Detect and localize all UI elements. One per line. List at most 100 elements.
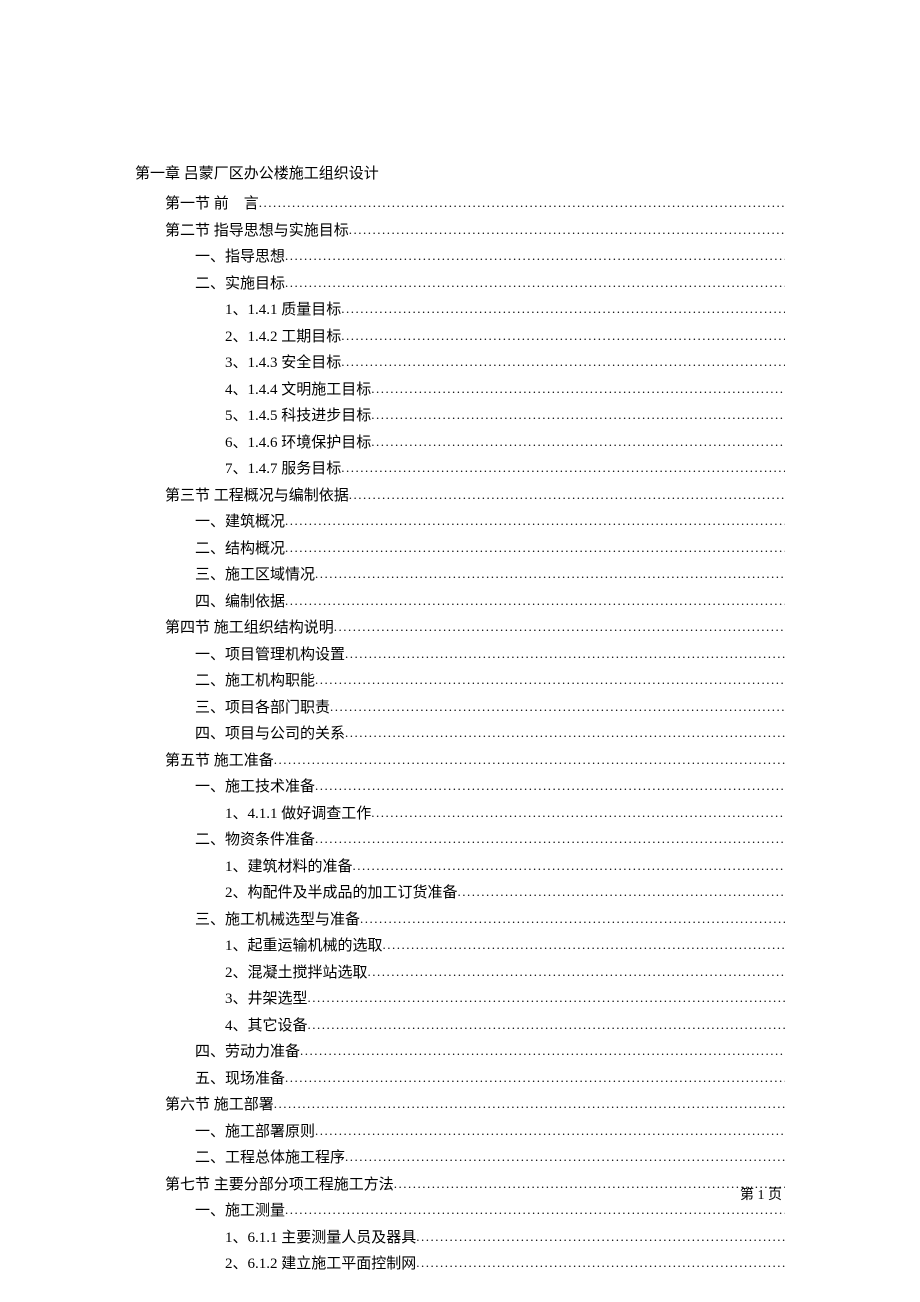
toc-label: 施工部署原则 bbox=[225, 1120, 315, 1144]
toc-label: 劳动力准备 bbox=[225, 1040, 300, 1064]
toc-prefix: 第五节 bbox=[165, 749, 214, 773]
toc-label: 施工机械选型与准备 bbox=[225, 908, 360, 932]
toc-prefix: 四、 bbox=[195, 590, 225, 614]
toc-leader bbox=[259, 193, 785, 214]
toc-entry: 第三节 工程概况与编制依据 bbox=[135, 484, 785, 508]
toc-leader bbox=[315, 1121, 785, 1142]
toc-prefix: 五、 bbox=[195, 1067, 225, 1091]
toc-prefix: 一、 bbox=[195, 643, 225, 667]
toc-label: 6.1.2 建立施工平面控制网 bbox=[248, 1252, 417, 1276]
toc-prefix: 二、 bbox=[195, 537, 225, 561]
toc-entry: 2、混凝土搅拌站选取 bbox=[135, 961, 785, 985]
toc-entry: 一、指导思想 bbox=[135, 245, 785, 269]
toc-leader bbox=[349, 220, 785, 241]
toc-prefix: 1、 bbox=[225, 934, 248, 958]
toc-prefix: 6、 bbox=[225, 431, 248, 455]
toc-label: 施工部署 bbox=[214, 1093, 274, 1117]
toc-entry: 二、工程总体施工程序 bbox=[135, 1146, 785, 1170]
toc-leader bbox=[315, 564, 785, 585]
toc-entry: 一、施工测量 bbox=[135, 1199, 785, 1223]
toc-label: 施工测量 bbox=[225, 1199, 285, 1223]
toc-entry: 1、起重运输机械的选取 bbox=[135, 934, 785, 958]
toc-label: 1.4.7 服务目标 bbox=[248, 457, 342, 481]
toc-label: 其它设备 bbox=[248, 1014, 308, 1038]
toc-entry: 第四节 施工组织结构说明 bbox=[135, 616, 785, 640]
toc-label: 指导思想与实施目标 bbox=[214, 219, 349, 243]
toc-prefix: 第六节 bbox=[165, 1093, 214, 1117]
toc-prefix: 第一节 bbox=[165, 192, 214, 216]
toc-entry: 二、结构概况 bbox=[135, 537, 785, 561]
toc-entry: 2、6.1.2 建立施工平面控制网 bbox=[135, 1252, 785, 1276]
toc-prefix: 4、 bbox=[225, 378, 248, 402]
toc-label: 工程总体施工程序 bbox=[225, 1146, 345, 1170]
toc-label: 项目管理机构设置 bbox=[225, 643, 345, 667]
toc-leader bbox=[360, 909, 785, 930]
toc-prefix: 2、 bbox=[225, 325, 248, 349]
toc-leader bbox=[371, 405, 785, 426]
toc-label: 项目各部门职责 bbox=[225, 696, 330, 720]
toc-entry: 三、项目各部门职责 bbox=[135, 696, 785, 720]
toc-entry: 4、1.4.4 文明施工目标 bbox=[135, 378, 785, 402]
toc-leader bbox=[416, 1253, 785, 1274]
toc-leader bbox=[341, 458, 785, 479]
toc-entry: 第二节 指导思想与实施目标 bbox=[135, 219, 785, 243]
toc-leader bbox=[416, 1227, 785, 1248]
toc-label: 物资条件准备 bbox=[225, 828, 315, 852]
toc-entry: 4、其它设备 bbox=[135, 1014, 785, 1038]
toc-label: 实施目标 bbox=[225, 272, 285, 296]
toc-prefix: 四、 bbox=[195, 722, 225, 746]
toc-leader bbox=[341, 352, 785, 373]
toc-label: 1.4.6 环境保护目标 bbox=[248, 431, 372, 455]
toc-leader bbox=[371, 432, 785, 453]
toc-leader bbox=[345, 723, 785, 744]
toc-entry: 2、构配件及半成品的加工订货准备 bbox=[135, 881, 785, 905]
toc-leader bbox=[345, 1147, 785, 1168]
toc-label: 工程概况与编制依据 bbox=[214, 484, 349, 508]
toc-label: 主要分部分项工程施工方法 bbox=[214, 1173, 394, 1197]
toc-leader bbox=[315, 776, 785, 797]
toc-prefix: 3、 bbox=[225, 351, 248, 375]
toc-prefix: 1、 bbox=[225, 298, 248, 322]
toc-entry: 3、井架选型 bbox=[135, 987, 785, 1011]
toc-leader bbox=[285, 1068, 785, 1089]
toc-prefix: 二、 bbox=[195, 272, 225, 296]
toc-label: 1.4.4 文明施工目标 bbox=[248, 378, 372, 402]
toc-entry: 6、1.4.6 环境保护目标 bbox=[135, 431, 785, 455]
toc-entry: 二、施工机构职能 bbox=[135, 669, 785, 693]
toc-leader bbox=[458, 882, 785, 903]
toc-entry: 五、现场准备 bbox=[135, 1067, 785, 1091]
toc-leader bbox=[285, 591, 785, 612]
toc-leader bbox=[285, 1200, 785, 1221]
toc-leader bbox=[308, 988, 785, 1009]
toc-label: 编制依据 bbox=[225, 590, 285, 614]
toc-leader bbox=[334, 617, 785, 638]
toc-leader bbox=[394, 1174, 785, 1195]
toc-leader bbox=[285, 511, 785, 532]
toc-leader bbox=[345, 644, 785, 665]
toc-label: 施工区域情况 bbox=[225, 563, 315, 587]
toc-prefix: 二、 bbox=[195, 669, 225, 693]
toc-label: 结构概况 bbox=[225, 537, 285, 561]
toc-entry: 7、1.4.7 服务目标 bbox=[135, 457, 785, 481]
toc-label: 4.1.1 做好调查工作 bbox=[248, 802, 372, 826]
toc-prefix: 一、 bbox=[195, 775, 225, 799]
toc-leader bbox=[353, 856, 785, 877]
toc-prefix: 第三节 bbox=[165, 484, 214, 508]
toc-entry: 四、编制依据 bbox=[135, 590, 785, 614]
toc-leader bbox=[308, 1015, 785, 1036]
toc-leader bbox=[383, 935, 785, 956]
toc-label: 混凝土搅拌站选取 bbox=[248, 961, 368, 985]
toc-prefix: 2、 bbox=[225, 881, 248, 905]
toc-prefix: 3、 bbox=[225, 987, 248, 1011]
toc-leader bbox=[330, 697, 785, 718]
toc-prefix: 第四节 bbox=[165, 616, 214, 640]
toc-prefix: 2、 bbox=[225, 961, 248, 985]
toc-entry: 3、1.4.3 安全目标 bbox=[135, 351, 785, 375]
toc-entry: 第一节 前 言 bbox=[135, 192, 785, 216]
toc-prefix: 一、 bbox=[195, 245, 225, 269]
toc-label: 施工准备 bbox=[214, 749, 274, 773]
toc-leader bbox=[341, 326, 785, 347]
toc-entry: 第七节 主要分部分项工程施工方法 bbox=[135, 1173, 785, 1197]
toc-prefix: 第二节 bbox=[165, 219, 214, 243]
toc-entry: 第五节 施工准备 bbox=[135, 749, 785, 773]
